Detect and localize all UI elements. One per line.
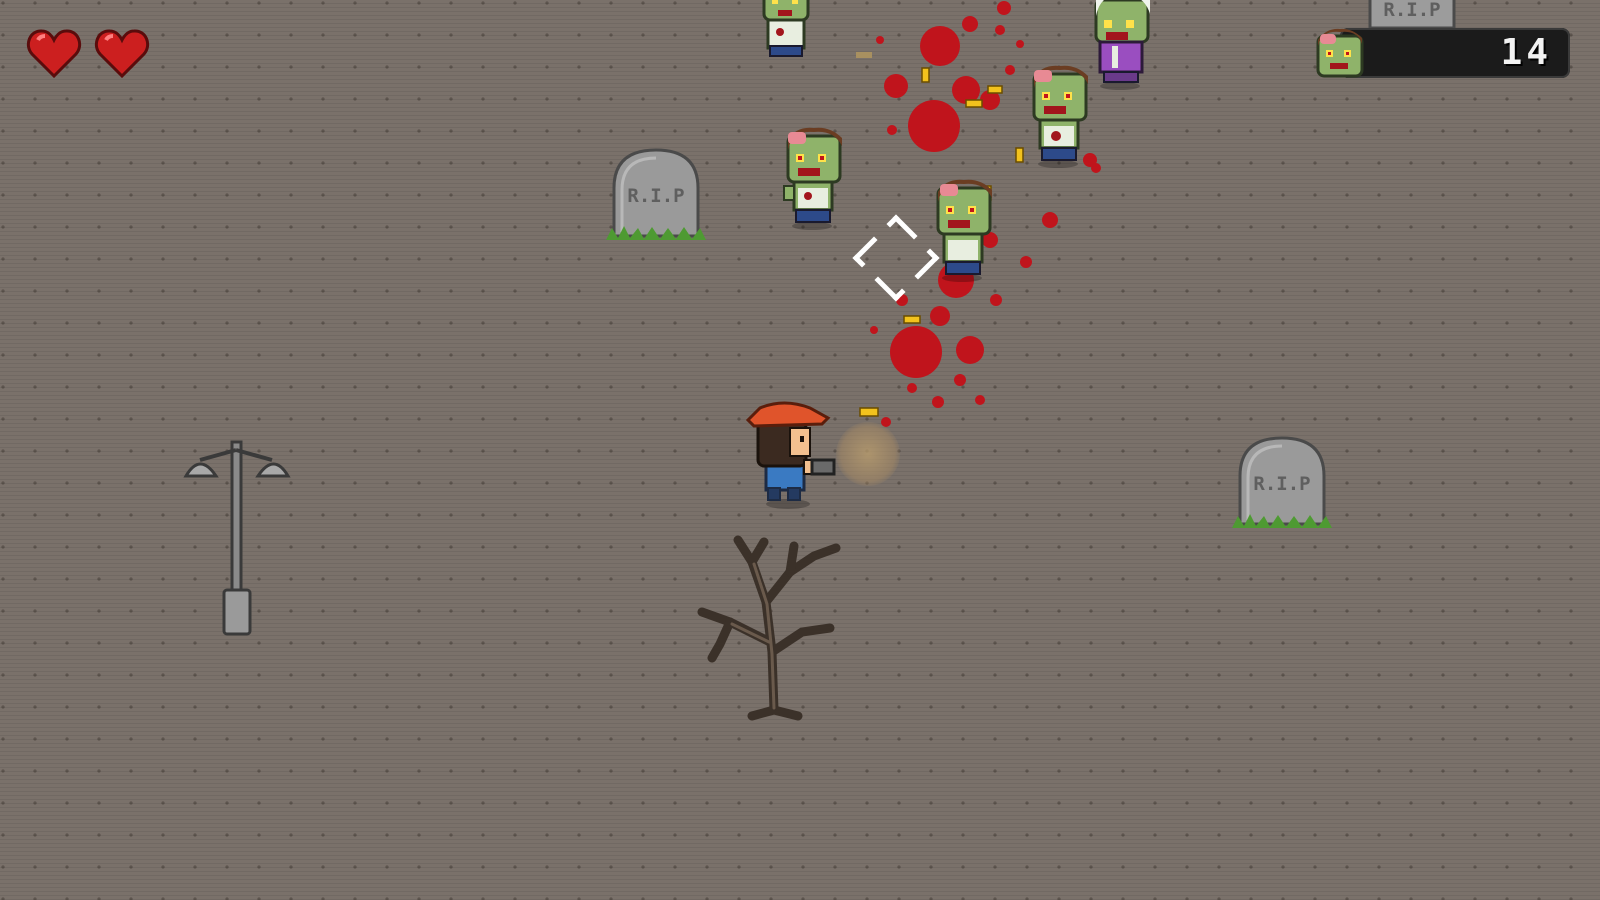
aim-reticle[interactable]: [850, 212, 942, 304]
street-lamp: [183, 440, 291, 636]
kill-counter: 14: [1340, 28, 1570, 78]
player-character[interactable]: [744, 398, 840, 510]
tombstone-label: R.I.P: [1383, 0, 1440, 21]
zombie[interactable]: [756, 0, 816, 64]
zombie[interactable]: [780, 126, 850, 230]
zombie[interactable]: [1026, 64, 1096, 168]
zombie-head-icon: [1316, 28, 1364, 78]
zombie[interactable]: [1088, 0, 1158, 90]
tombstone-label: R.I.P: [1253, 473, 1310, 495]
tombstone: R.I.P: [1368, 0, 1456, 28]
tombstone-label: R.I.P: [627, 185, 684, 207]
heart-icon: [94, 29, 150, 78]
zombie[interactable]: [930, 178, 1000, 282]
muzzle-flash: [836, 422, 900, 486]
tombstone: R.I.P: [606, 148, 706, 240]
heart-icon: [26, 29, 82, 78]
dead-tree: [697, 535, 841, 721]
kill-count-value: 14: [1500, 32, 1552, 73]
game-canvas[interactable]: 14 R.I.P R.I.P R.I.P: [0, 0, 1600, 900]
tombstone: R.I.P: [1232, 436, 1332, 528]
